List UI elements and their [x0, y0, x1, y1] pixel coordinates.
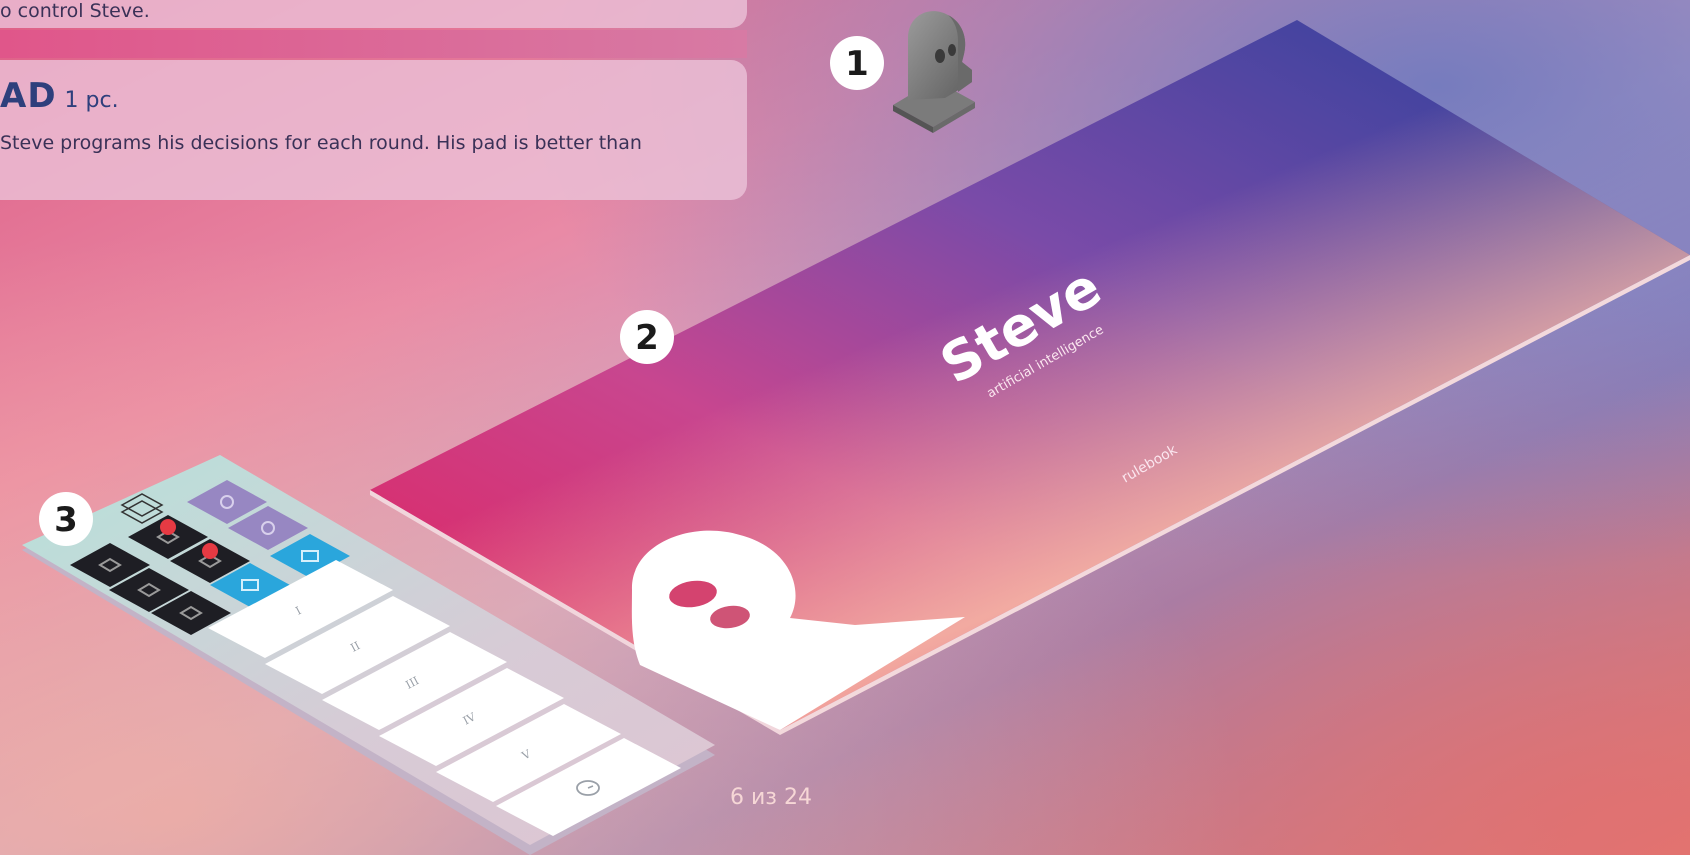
badge-1: 1	[830, 36, 884, 90]
page-number: 6 из 24	[730, 785, 812, 810]
components-illustration: Steve artificial intelligence rulebook I…	[22, 11, 1690, 855]
badge-2: 2	[620, 310, 674, 364]
badge-3-label: 3	[54, 500, 78, 540]
monster-icon	[202, 543, 218, 559]
badge-2-label: 2	[635, 318, 659, 358]
badge-3: 3	[39, 492, 93, 546]
monster-icon	[160, 519, 176, 535]
head-token-icon	[893, 11, 975, 133]
badge-1-label: 1	[845, 44, 869, 84]
rulebook: Steve artificial intelligence rulebook	[370, 20, 1690, 735]
